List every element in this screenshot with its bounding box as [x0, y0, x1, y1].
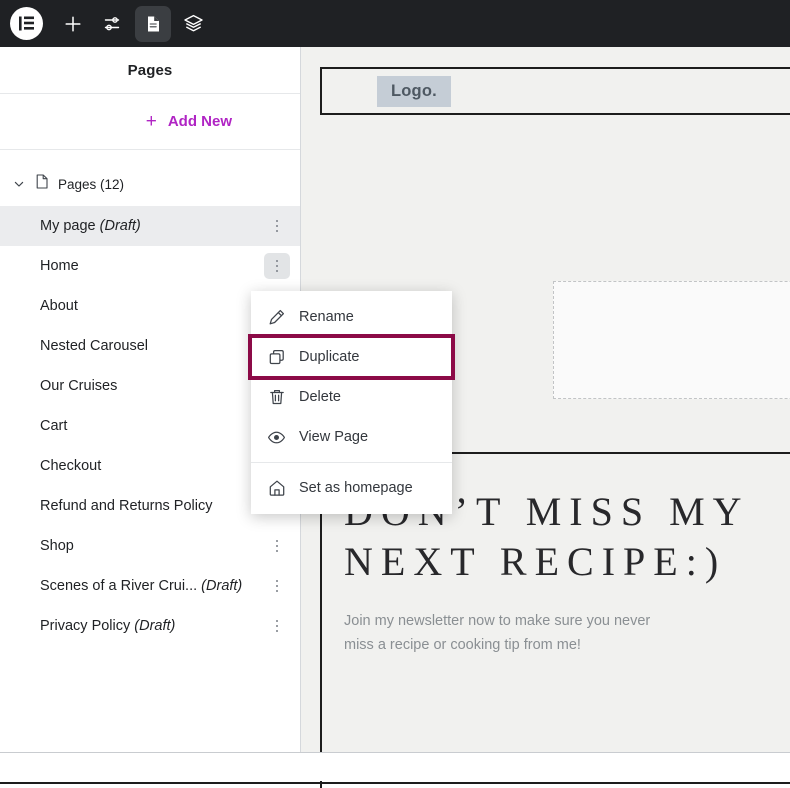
context-menu-item-label: Rename	[299, 309, 354, 325]
page-list-item[interactable]: Privacy Policy (Draft)	[0, 606, 300, 646]
context-menu-item-label: View Page	[299, 429, 369, 445]
top-toolbar	[0, 0, 790, 47]
page-list-item[interactable]: My page (Draft)	[0, 206, 300, 246]
context-menu-item-view-page[interactable]: View Page	[251, 417, 452, 457]
page-settings-button[interactable]	[135, 5, 171, 42]
page-item-label: Refund and Returns Policy	[40, 498, 213, 514]
document-icon	[148, 16, 159, 31]
pages-group-label: Pages (12)	[58, 176, 125, 192]
more-vertical-icon	[275, 219, 279, 233]
pages-group-toggle[interactable]: Pages (12)	[0, 165, 300, 203]
section-left-border	[320, 781, 322, 788]
page-item-more-menu-button[interactable]	[264, 613, 290, 639]
page-item-label: My page (Draft)	[40, 218, 141, 234]
context-menu-item-set-as-homepage[interactable]: Set as homepage	[251, 468, 452, 508]
trash-icon	[267, 388, 286, 407]
context-menu-item-label: Set as homepage	[299, 480, 413, 496]
context-menu-item-delete[interactable]: Delete	[251, 377, 452, 417]
page-item-label: Checkout	[40, 458, 102, 474]
elementor-logo-icon	[19, 16, 34, 31]
page-item-label: Nested Carousel	[40, 338, 148, 354]
empty-dropzone[interactable]	[553, 281, 790, 399]
add-element-button[interactable]	[55, 6, 91, 42]
context-menu-item-label: Duplicate	[299, 349, 360, 365]
document-icon	[35, 174, 49, 194]
page-item-label: Shop	[40, 538, 74, 554]
eye-icon	[267, 428, 286, 447]
add-new-button[interactable]: + Add New	[146, 112, 232, 131]
page-list-item[interactable]: Scenes of a River Crui... (Draft)	[0, 566, 300, 606]
context-menu-divider	[251, 462, 452, 463]
page-draft-badge: (Draft)	[95, 218, 141, 234]
home-icon	[267, 479, 286, 498]
site-settings-button[interactable]	[95, 6, 131, 42]
page-item-label: Scenes of a River Crui... (Draft)	[40, 578, 243, 594]
structure-button[interactable]	[175, 6, 211, 42]
panel-header: Pages	[0, 47, 300, 94]
page-item-more-menu-button[interactable]	[264, 573, 290, 599]
page-item-label: Privacy Policy (Draft)	[40, 618, 176, 634]
page-item-label: About	[40, 298, 78, 314]
subcopy-line-2: miss a recipe or cooking tip from me!	[344, 636, 581, 653]
headline-line-2: NEXT RECIPE:)	[344, 538, 727, 584]
page-draft-badge: (Draft)	[130, 618, 176, 634]
page-item-label: Our Cruises	[40, 378, 118, 394]
context-menu-item-duplicate[interactable]: Duplicate	[248, 334, 455, 380]
page-item-label: Cart	[40, 418, 68, 434]
elementor-editor: Logo. DON’T MISS MY NEXT RECIPE:) Join m…	[0, 0, 790, 788]
plus-icon: +	[145, 111, 157, 132]
page-context-menu[interactable]: Rename Duplicate Delete View Page Set as hom…	[248, 291, 455, 514]
canvas-bottom-strip	[0, 752, 790, 788]
more-vertical-icon	[275, 579, 279, 593]
page-draft-badge: (Draft)	[197, 578, 243, 594]
copy-icon	[267, 348, 286, 367]
page-list-item[interactable]: Home	[0, 246, 300, 286]
more-vertical-icon	[275, 619, 279, 633]
pencil-icon	[267, 308, 286, 327]
more-vertical-icon	[275, 259, 279, 273]
plus-icon	[65, 15, 81, 32]
layers-icon	[183, 14, 203, 32]
page-item-more-menu-button[interactable]	[264, 533, 290, 559]
page-item-more-menu-button[interactable]	[264, 253, 290, 279]
section-bottom-border	[0, 782, 790, 784]
more-vertical-icon	[275, 539, 279, 553]
sliders-icon	[104, 16, 120, 30]
header-section[interactable]: Logo.	[320, 67, 790, 115]
subcopy-line-1: Join my newsletter now to make sure you …	[344, 613, 651, 630]
page-list-item[interactable]: Shop	[0, 526, 300, 566]
chevron-down-icon	[12, 177, 26, 191]
page-item-more-menu-button[interactable]	[264, 213, 290, 239]
site-logo-text: Logo.	[377, 75, 451, 107]
context-menu-item-rename[interactable]: Rename	[251, 297, 452, 337]
page-item-label: Home	[40, 258, 79, 274]
elementor-logo[interactable]	[10, 7, 43, 40]
add-new-label: Add New	[167, 113, 232, 130]
add-new-row: + Add New	[0, 94, 300, 150]
page-title: Pages	[127, 61, 173, 79]
context-menu-item-label: Delete	[299, 389, 341, 405]
